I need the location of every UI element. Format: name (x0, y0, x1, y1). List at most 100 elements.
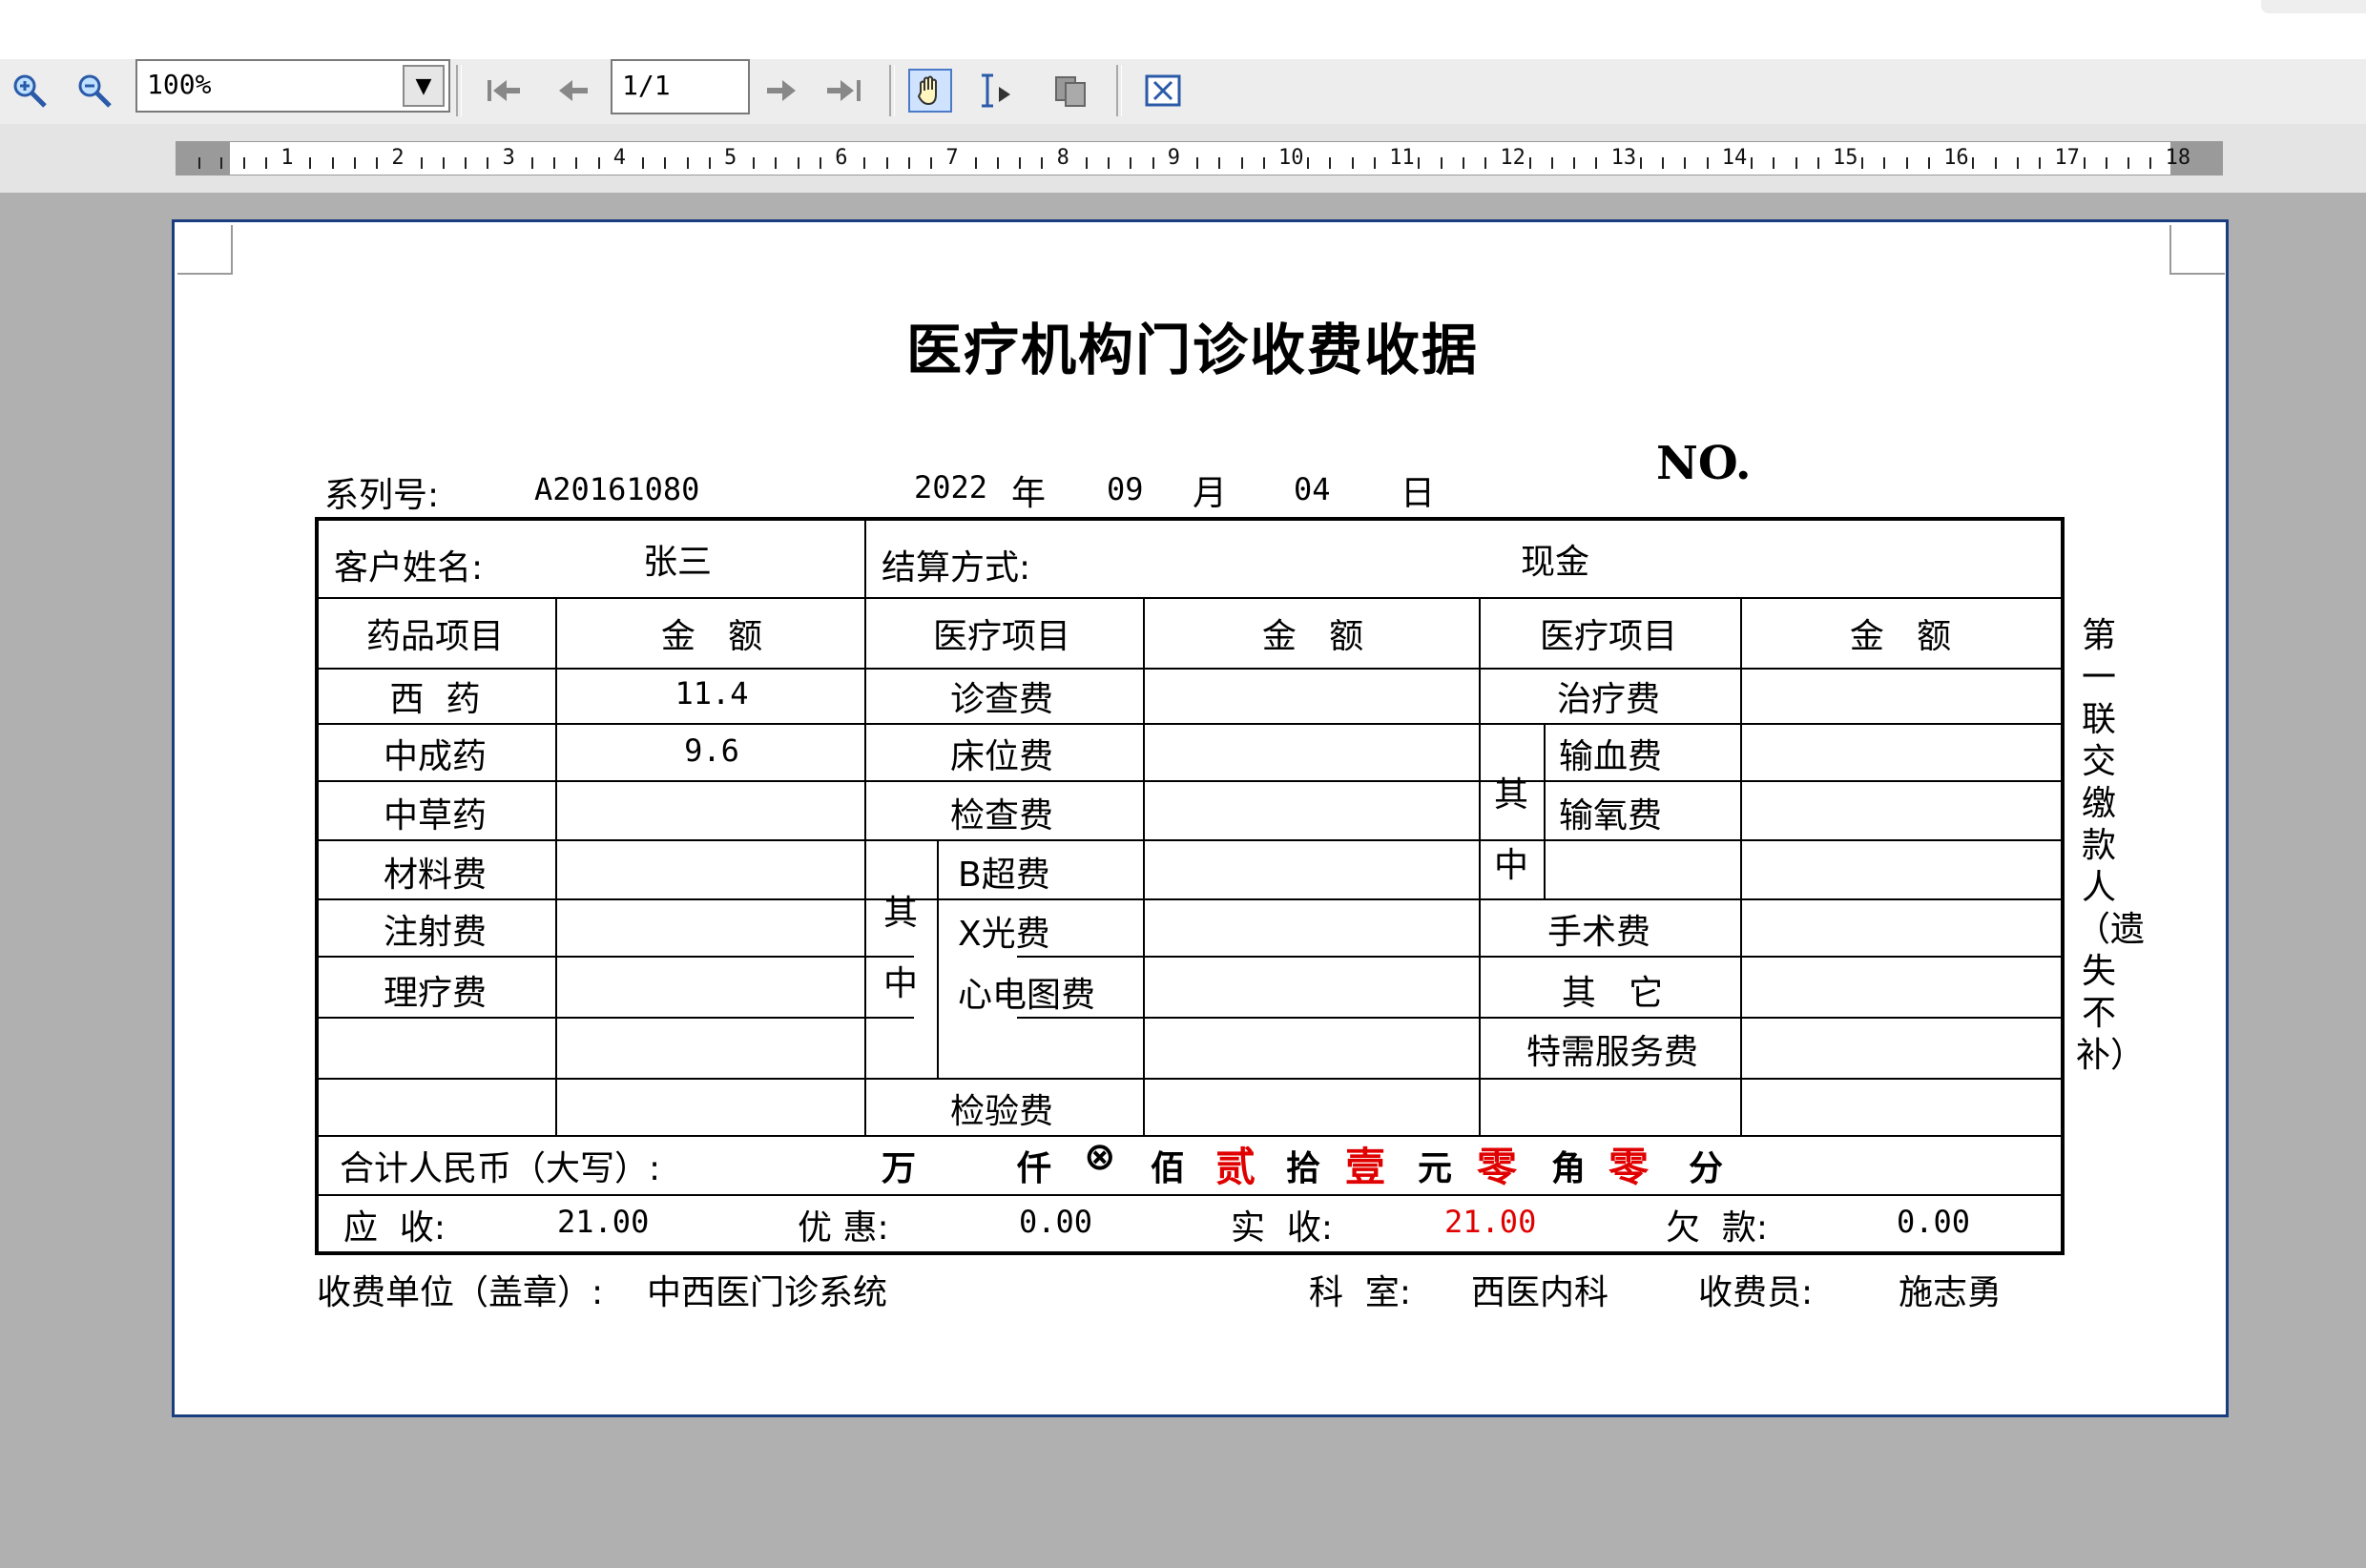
right-qizhong-top: 其 (1494, 775, 1529, 815)
drug-name: 注射费 (383, 913, 488, 952)
medical-item-header: 医疗项目 (1539, 617, 1678, 656)
cashier-label: 收费员: (1698, 1273, 1814, 1312)
ruler-tick (996, 157, 999, 169)
amount-header: 金 额 (1261, 617, 1364, 656)
ruler-tick (1196, 157, 1199, 169)
ruler-tick (530, 157, 533, 169)
copy-icon[interactable] (1049, 69, 1093, 113)
first-page-icon[interactable] (483, 69, 527, 113)
zoom-in-icon[interactable] (8, 69, 52, 113)
customer-label: 客户姓名: (334, 548, 484, 588)
ruler-tick (1883, 157, 1886, 169)
toolbar-separator (1116, 65, 1122, 116)
mid-qizhong-bottom: 中 (883, 964, 919, 1003)
toolbar-separator (456, 65, 462, 116)
ruler-label: 14 (1721, 146, 1748, 170)
margin-corner-left (177, 225, 233, 275)
ruler-label: 3 (502, 146, 515, 170)
shi-digit: 贰 (1215, 1144, 1256, 1190)
ruler-tick (930, 157, 933, 169)
ruler-tick (1418, 157, 1421, 169)
received-value: 21.00 (1444, 1204, 1537, 1240)
special-service-fee-label: 特需服务费 (1525, 1033, 1699, 1072)
ruler-tick (1329, 157, 1332, 169)
ruler-tick (442, 157, 445, 169)
unit-label: 收费单位（盖章）: (317, 1273, 604, 1312)
ruler-label: 5 (724, 146, 737, 170)
yuan-digit: 壹 (1345, 1144, 1386, 1190)
ruler-tick (1373, 157, 1376, 169)
ruler-label: 1 (280, 146, 294, 170)
cashier-value: 施志勇 (1899, 1273, 2003, 1312)
page-number-input[interactable]: 1/1 (611, 59, 750, 114)
ruler-tick (1684, 157, 1687, 169)
amount-header: 金 额 (1849, 617, 1952, 656)
toolbar-separator (889, 65, 895, 116)
ruler-tick (775, 157, 778, 169)
ruler-tick (2083, 157, 2086, 169)
horizontal-ruler[interactable]: 1 2 3 4 5 6 7 8 9 10 11 12 13 14 15 16 17 18 (176, 141, 2223, 175)
year-label: 年 (1011, 474, 1047, 513)
ruler-tick (1130, 157, 1132, 169)
b-ultrasound-fee-label: B超费 (958, 856, 1050, 895)
page-number-value: 1/1 (622, 70, 671, 101)
last-page-icon[interactable] (822, 69, 866, 113)
surgery-fee-label: 手术费 (1546, 913, 1651, 952)
ruler-tick (465, 157, 467, 169)
ruler-tick (1994, 157, 1997, 169)
ruler-tick (353, 157, 356, 169)
drug-name: 中成药 (383, 737, 488, 776)
ruler-tick (753, 157, 756, 169)
ruler-tick (1351, 157, 1354, 169)
ruler-tick (1927, 157, 1930, 169)
zoom-select[interactable]: 100% ▼ (135, 59, 450, 113)
ruler-label: 6 (835, 146, 848, 170)
copy-note-vertical: 第一联 交缴款人（遗失不补） (2076, 616, 2146, 1075)
discount-label: 优 惠: (798, 1208, 889, 1248)
chevron-down-icon[interactable]: ▼ (403, 65, 445, 107)
ruler-tick (575, 157, 578, 169)
medical-item-header: 医疗项目 (932, 617, 1071, 656)
text-select-icon[interactable] (975, 69, 1019, 113)
receipt-title: 医疗机构门诊收费收据 (905, 318, 1479, 382)
hand-tool-icon[interactable] (908, 69, 952, 113)
ruler-tick (553, 157, 556, 169)
prev-page-icon[interactable] (551, 69, 595, 113)
exam-fee-label: 诊查费 (949, 680, 1054, 719)
xray-fee-label: X光费 (958, 915, 1050, 954)
serial-label: 系列号: (324, 476, 440, 515)
receivable-label: 应 收: (343, 1208, 446, 1248)
month-value: 09 (1107, 471, 1144, 507)
ruler-label: 9 (1167, 146, 1181, 170)
ruler-tick (2105, 157, 2107, 169)
ruler-label: 17 (2054, 146, 2080, 170)
fen-digit: 零 (1608, 1144, 1650, 1190)
jiao-unit: 角 (1551, 1149, 1587, 1188)
ruler-label: 4 (612, 146, 627, 170)
ruler-tick (264, 157, 267, 169)
total-words-label: 合计人民币（大写）: (340, 1149, 661, 1188)
drug-amount: 9.6 (684, 732, 739, 769)
ruler-label: 8 (1056, 146, 1069, 170)
window-corner (2261, 0, 2366, 13)
payment-label: 结算方式: (882, 548, 1031, 588)
customer-name: 张三 (642, 543, 713, 582)
zoom-out-icon[interactable] (73, 69, 116, 113)
ruler-tick (1262, 157, 1265, 169)
ruler-tick (885, 157, 888, 169)
jiao-digit: 零 (1477, 1144, 1518, 1190)
ruler-tick (1662, 157, 1665, 169)
ruler-tick (242, 157, 245, 169)
receivable-value: 21.00 (557, 1204, 650, 1240)
next-page-icon[interactable] (759, 69, 803, 113)
close-icon[interactable] (1141, 69, 1185, 113)
ruler-tick (2016, 157, 2019, 169)
qian-unit: 仟 (1017, 1149, 1052, 1188)
ruler-label: 2 (391, 146, 405, 170)
ruler-tick (1307, 157, 1310, 169)
ruler-tick (1152, 157, 1154, 169)
day-value: 04 (1294, 471, 1331, 507)
ruler-tick (1972, 157, 1975, 169)
ruler-tick (487, 157, 489, 169)
ruler-tick (1240, 157, 1243, 169)
